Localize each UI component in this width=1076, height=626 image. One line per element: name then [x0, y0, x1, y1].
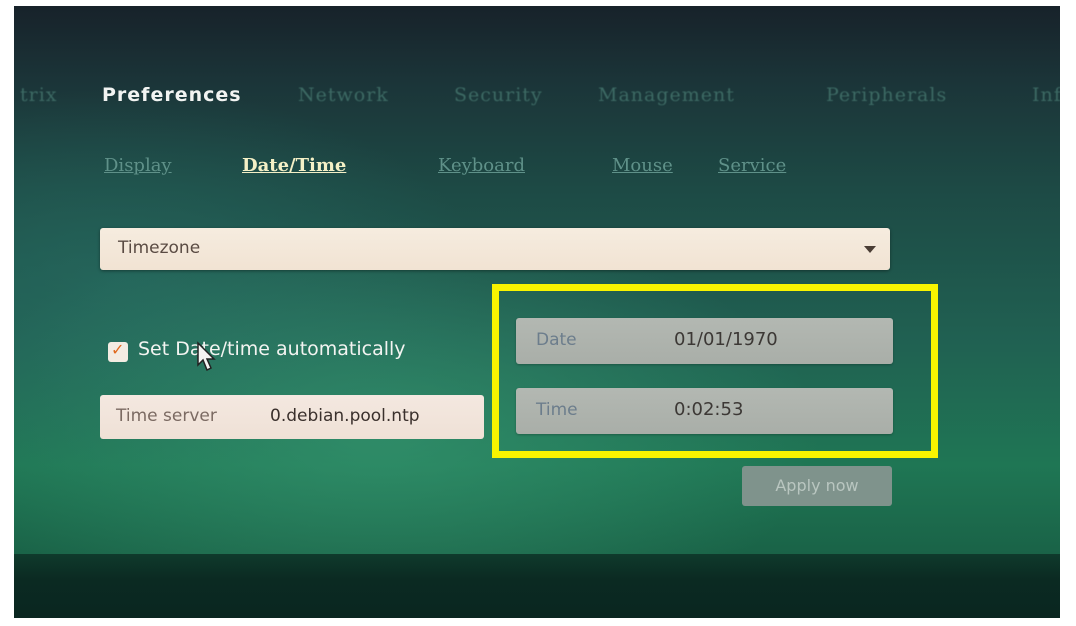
tab-peripherals[interactable]: Peripherals — [826, 84, 947, 106]
timezone-value: Timezone — [118, 238, 201, 258]
tab-info[interactable]: Inf — [1032, 84, 1060, 106]
chevron-down-icon — [864, 246, 876, 253]
auto-datetime-label: Set Date/time automatically — [138, 338, 406, 360]
subtab-display[interactable]: Display — [104, 155, 172, 176]
screen-photo: trix Preferences Network Security Manage… — [14, 6, 1060, 618]
subtab-mouse[interactable]: Mouse — [612, 155, 673, 176]
tab-preferences[interactable]: Preferences — [102, 84, 242, 106]
apply-now-button[interactable]: Apply now — [742, 466, 892, 506]
subtab-service[interactable]: Service — [718, 155, 786, 176]
tab-security[interactable]: Security — [454, 84, 543, 106]
checkmark-icon: ✓ — [111, 340, 125, 359]
timezone-select[interactable]: Timezone — [100, 228, 890, 270]
time-server-field[interactable]: Time server 0.debian.pool.ntp — [100, 395, 484, 439]
highlight-annotation-box — [492, 284, 938, 458]
subtab-keyboard[interactable]: Keyboard — [438, 155, 525, 176]
auto-datetime-checkbox[interactable]: ✓ — [108, 340, 128, 362]
tab-matrix[interactable]: trix — [20, 84, 58, 106]
tab-network[interactable]: Network — [298, 84, 389, 106]
time-server-label: Time server — [116, 406, 217, 426]
subtab-date-time[interactable]: Date/Time — [242, 155, 346, 176]
tab-management[interactable]: Management — [598, 84, 735, 106]
mouse-pointer-icon — [197, 341, 216, 372]
screen-bottom-bezel — [14, 554, 1060, 618]
time-server-input[interactable]: 0.debian.pool.ntp — [270, 406, 420, 426]
